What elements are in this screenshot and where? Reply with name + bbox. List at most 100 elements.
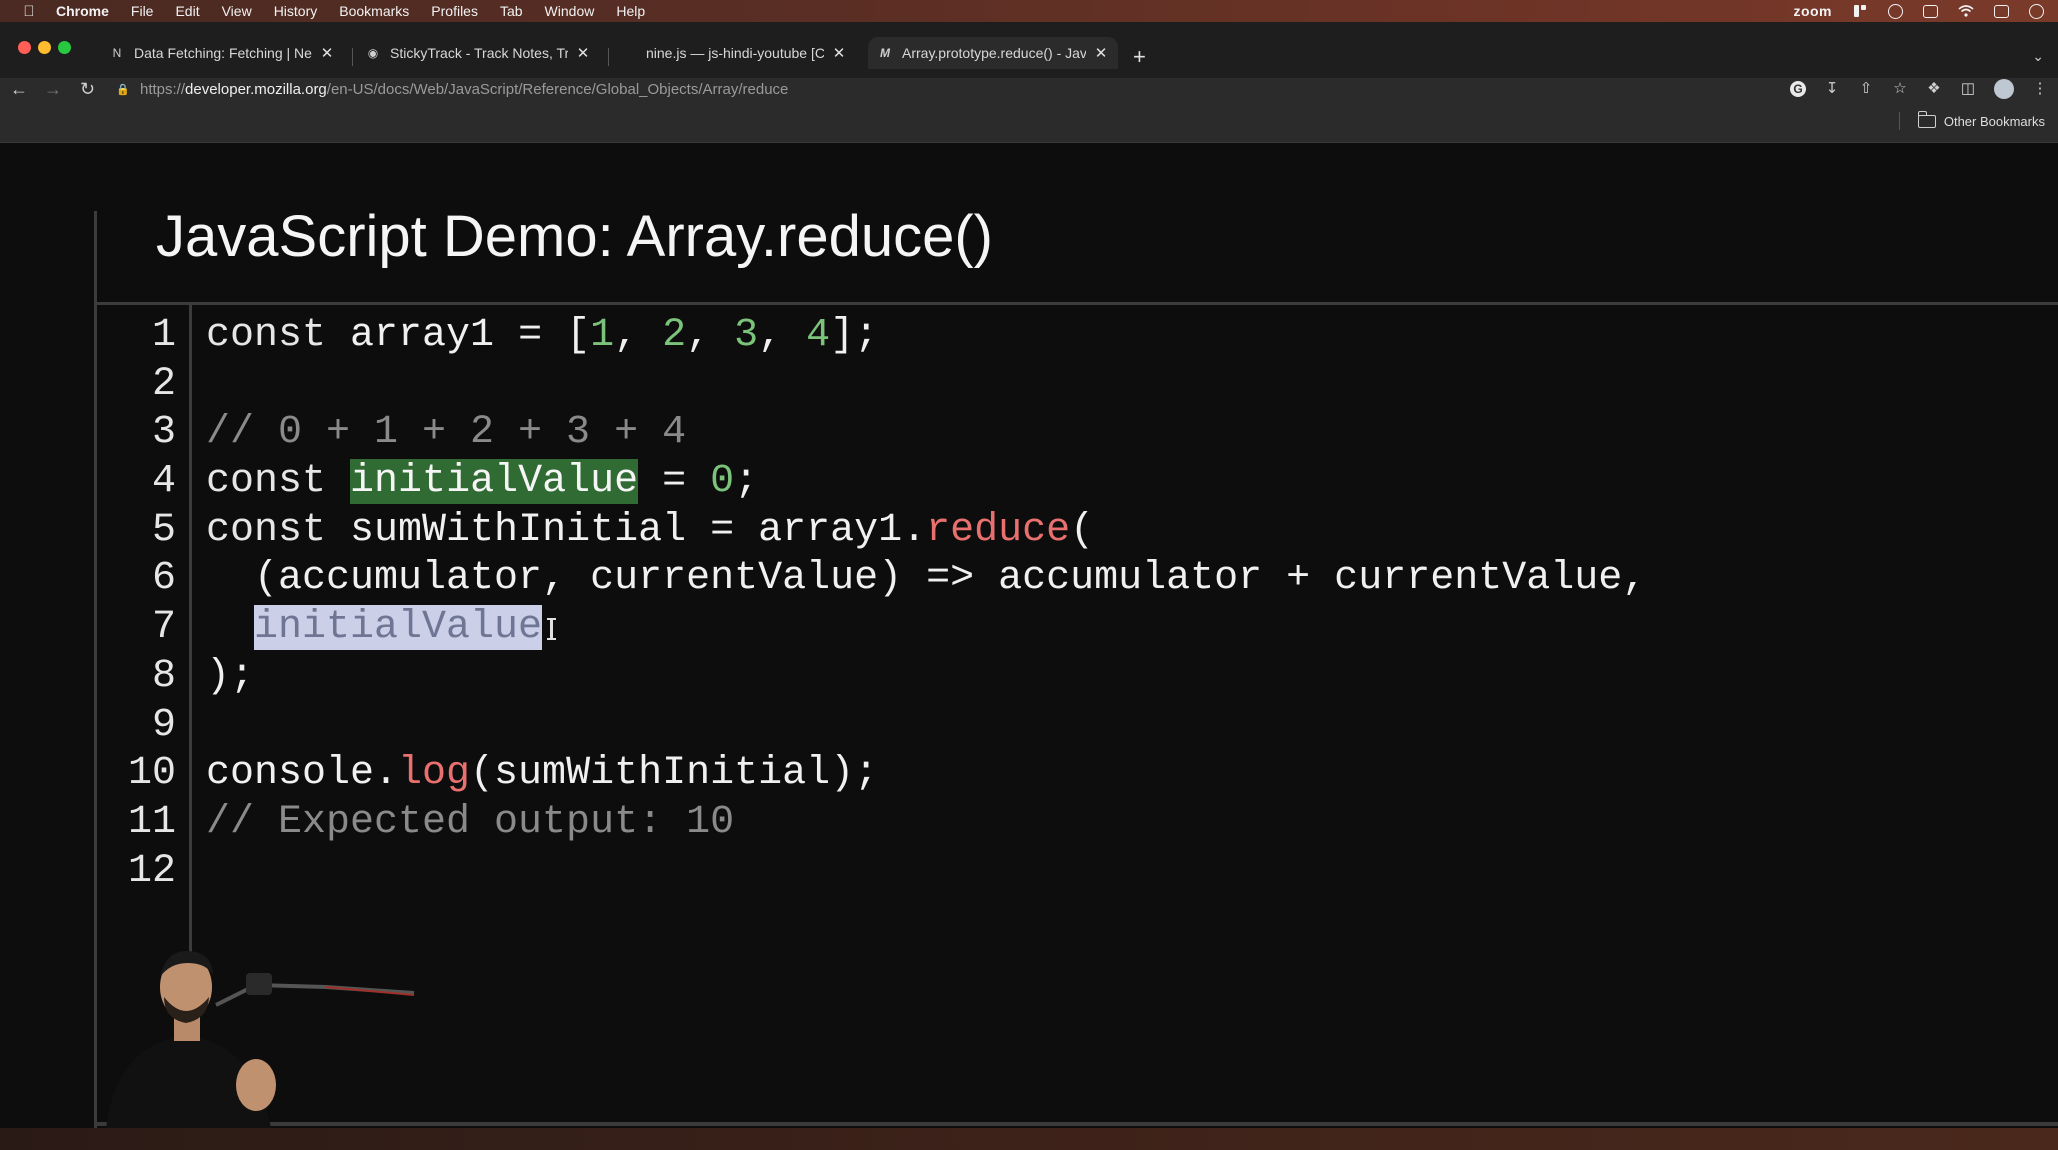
lock-icon[interactable]: 🔒 [116, 83, 130, 96]
more-menu-icon[interactable]: ⋮ [2032, 81, 2048, 97]
apple-icon[interactable]:  [20, 3, 38, 20]
vscode-icon [622, 46, 636, 60]
line-number: 1 [151, 313, 176, 358]
close-tab-icon[interactable]: ✕ [1094, 44, 1108, 62]
zoom-status[interactable]: zoom [1793, 3, 1832, 19]
code-token: , [758, 313, 807, 358]
code-line-6: 6 (accumulator, currentValue) => accumul… [120, 555, 1646, 604]
close-tab-icon[interactable]: ✕ [320, 44, 334, 62]
line-number: 5 [151, 507, 176, 553]
menu-edit[interactable]: Edit [175, 3, 199, 19]
share-icon[interactable]: ⇧ [1858, 81, 1874, 97]
text-cursor-icon [547, 618, 556, 640]
tab-separator [352, 48, 353, 66]
other-bookmarks-button[interactable]: Other Bookmarks [1917, 111, 2045, 129]
browser-toolbar: ← → ↻ 🔒 https://developer.mozilla.org/en… [0, 78, 2058, 100]
method-name: log [398, 751, 471, 797]
menu-bar-status-area: zoom [1793, 0, 2044, 22]
code-token: array1 = [ [326, 313, 591, 358]
presenter-silhouette-icon [106, 950, 415, 1128]
code-token: ]; [830, 313, 879, 358]
tab-separator [608, 48, 609, 66]
tab-stickytrack[interactable]: ◉ StickyTrack - Track Notes, Trac ✕ [366, 37, 600, 69]
menu-window[interactable]: Window [545, 3, 595, 19]
tab-search-chevron-icon[interactable]: ⌄ [2032, 48, 2044, 65]
code-token: , [686, 313, 735, 358]
menu-tab[interactable]: Tab [500, 3, 523, 19]
close-tab-icon[interactable]: ✕ [576, 44, 590, 62]
code-line-9: 9 [120, 702, 1646, 751]
m-app-icon[interactable] [1888, 3, 1903, 19]
menu-help[interactable]: Help [616, 3, 645, 19]
code-token: sumWithInitial = array1. [326, 507, 927, 553]
tab-title: nine.js — js-hindi-youtube [Co [646, 45, 824, 61]
close-tab-icon[interactable]: ✕ [832, 44, 846, 62]
tab-title: StickyTrack - Track Notes, Trac [390, 45, 568, 61]
line-number: 10 [127, 751, 176, 797]
url-path: /en-US/docs/Web/JavaScript/Reference/Glo… [326, 80, 789, 98]
keyword-const: const [206, 459, 327, 505]
tab-title: Array.prototype.reduce() - Jav [902, 45, 1086, 61]
tab-vscode[interactable]: nine.js — js-hindi-youtube [Co ✕ [622, 37, 856, 69]
menu-file[interactable]: File [131, 3, 154, 19]
keyword-const: const [206, 313, 327, 358]
profile-avatar[interactable] [1994, 79, 2014, 99]
code-token: ; [734, 459, 759, 505]
tab-data-fetching[interactable]: N Data Fetching: Fetching | Next ✕ [110, 37, 344, 69]
screen-record-icon[interactable] [1923, 4, 1938, 18]
code-token: console. [206, 751, 399, 797]
mdn-icon: M [880, 46, 890, 60]
wifi-icon[interactable] [1958, 4, 1974, 18]
line-number: 4 [151, 459, 176, 505]
line-number: 3 [151, 410, 176, 456]
tab-title: Data Fetching: Fetching | Next [134, 45, 312, 61]
menu-view[interactable]: View [222, 3, 252, 19]
code-token: = [638, 459, 711, 505]
nextjs-icon: N [112, 46, 122, 60]
line-number: 8 [151, 653, 176, 699]
globe-icon: ◉ [367, 46, 379, 60]
new-tab-button[interactable]: + [1133, 44, 1146, 70]
install-icon[interactable]: ↧ [1824, 81, 1840, 97]
code-line-3: 3 // 0 + 1 + 2 + 3 + 4 [120, 409, 1646, 458]
close-window-button[interactable] [18, 41, 31, 54]
side-panel-icon[interactable]: ◫ [1960, 81, 1976, 97]
tab-array-reduce[interactable]: M Array.prototype.reduce() - Jav ✕ [868, 37, 1118, 69]
line-number: 2 [151, 361, 176, 407]
demo-divider [94, 302, 2058, 305]
minimize-window-button[interactable] [38, 41, 51, 54]
browser-tab-strip: N Data Fetching: Fetching | Next ✕ ◉ Sti… [0, 22, 2058, 78]
bookmarks-separator [1899, 112, 1900, 130]
window-layout-icon[interactable] [1852, 4, 1868, 18]
code-token: , [614, 313, 663, 358]
presenter-webcam [96, 935, 426, 1128]
demo-title: JavaScript Demo: Array.reduce() [156, 204, 993, 269]
clock-icon[interactable] [2029, 3, 2044, 19]
google-lens-icon[interactable]: G [1790, 81, 1806, 97]
toolbar-actions: G ↧ ⇧ ☆ ❖ ◫ ⋮ [1790, 78, 2048, 100]
line-number: 6 [151, 556, 176, 602]
code-line-11: 11 // Expected output: 10 [120, 799, 1646, 848]
code-line-4: 4 const initialValue = 0; [120, 458, 1646, 507]
extensions-puzzle-icon[interactable]: ❖ [1926, 81, 1942, 97]
forward-arrow-icon[interactable]: → [44, 78, 62, 100]
url-host: developer.mozilla.org [185, 80, 327, 98]
menu-history[interactable]: History [274, 3, 318, 19]
address-bar[interactable]: 🔒 https://developer.mozilla.org/en-US/do… [116, 78, 1756, 100]
line-number: 9 [151, 702, 176, 748]
menu-bookmarks[interactable]: Bookmarks [339, 3, 409, 19]
back-arrow-icon[interactable]: ← [10, 78, 28, 100]
reload-icon[interactable]: ↻ [80, 78, 95, 100]
code-editor[interactable]: 1 const array1 = [1, 2, 3, 4]; 2 3 // 0 … [120, 312, 1646, 896]
code-token: (accumulator, currentValue) => accumulat… [206, 556, 1647, 602]
maximize-window-button[interactable] [58, 41, 71, 54]
menu-app-name[interactable]: Chrome [56, 3, 109, 19]
control-center-icon[interactable] [1994, 4, 2009, 18]
menu-profiles[interactable]: Profiles [431, 3, 478, 19]
url-scheme: https:// [140, 80, 186, 98]
line-number: 11 [127, 799, 176, 845]
code-line-7: 7 initialValue [120, 604, 1646, 653]
code-comment: // 0 + 1 + 2 + 3 + 4 [206, 410, 687, 456]
bookmark-star-icon[interactable]: ☆ [1892, 81, 1908, 97]
code-line-2: 2 [120, 361, 1646, 410]
